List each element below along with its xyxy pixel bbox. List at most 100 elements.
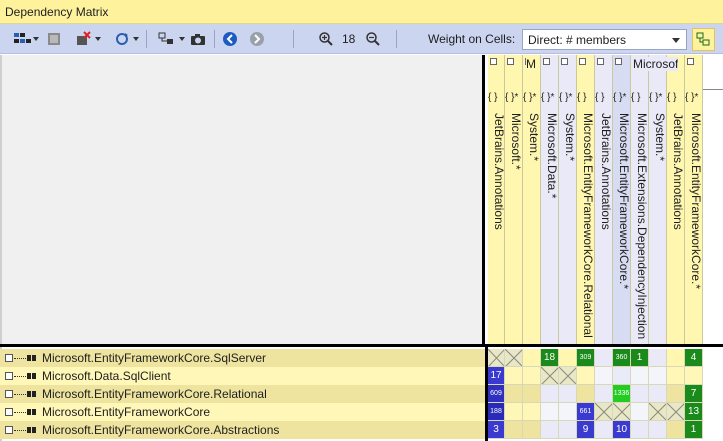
matrix-cell[interactable] xyxy=(667,385,685,403)
matrix-cell[interactable] xyxy=(505,385,523,403)
matrix-cell[interactable]: 360 xyxy=(613,349,631,367)
matrix-cell[interactable] xyxy=(685,367,703,385)
matrix-cell[interactable] xyxy=(667,421,685,439)
matrix-cell[interactable] xyxy=(595,421,613,439)
column-header[interactable]: { }* Microsoft.EntityFrameworkCore.* xyxy=(613,55,631,344)
matrix-cell[interactable] xyxy=(523,403,541,421)
matrix-cell[interactable] xyxy=(541,367,559,385)
row-header[interactable]: Microsoft.EntityFrameworkCore.Relational xyxy=(0,385,485,403)
delete-all-button[interactable] xyxy=(70,28,101,50)
matrix-cell[interactable] xyxy=(577,367,595,385)
column-header[interactable]: { } JetBrains.Annotations xyxy=(595,55,613,344)
matrix-cell[interactable] xyxy=(541,421,559,439)
zoom-in-button[interactable] xyxy=(316,28,336,50)
matrix-cell[interactable] xyxy=(649,367,667,385)
matrix-cell[interactable] xyxy=(631,403,649,421)
expand-icon[interactable] xyxy=(5,390,13,398)
expand-icon[interactable] xyxy=(490,58,497,65)
expand-icon[interactable] xyxy=(5,354,13,362)
matrix-cell[interactable] xyxy=(613,403,631,421)
matrix-cell[interactable] xyxy=(649,385,667,403)
expand-icon[interactable] xyxy=(5,408,13,416)
matrix-cell[interactable] xyxy=(559,349,577,367)
matrix-cell[interactable] xyxy=(613,367,631,385)
matrix-cell[interactable]: 3 xyxy=(488,421,505,439)
matrix-cell[interactable] xyxy=(541,403,559,421)
column-header[interactable]: { } JetBrains.Annotations xyxy=(667,55,685,344)
matrix-cell[interactable]: 1336 xyxy=(613,385,631,403)
weight-dropdown[interactable]: Direct: # members xyxy=(522,29,687,50)
refresh-button[interactable] xyxy=(108,28,139,50)
matrix-cell[interactable] xyxy=(649,403,667,421)
column-header[interactable]: { } JetBrains.Annotations xyxy=(488,55,505,344)
matrix-cell[interactable] xyxy=(577,385,595,403)
expand-icon[interactable] xyxy=(561,58,568,65)
matrix-cell[interactable] xyxy=(595,385,613,403)
screenshot-button[interactable] xyxy=(188,28,208,50)
expand-icon[interactable] xyxy=(5,372,13,380)
back-button[interactable] xyxy=(220,28,240,50)
column-header[interactable]: { }* Microsoft.Data.* xyxy=(541,55,559,344)
expand-icon[interactable] xyxy=(615,58,622,65)
matrix-cell[interactable] xyxy=(667,403,685,421)
expand-icon[interactable] xyxy=(543,58,550,65)
matrix-cell[interactable]: 13 xyxy=(685,403,703,421)
matrix-cell[interactable] xyxy=(595,403,613,421)
matrix-cell[interactable] xyxy=(559,367,577,385)
matrix-cell[interactable] xyxy=(667,349,685,367)
matrix-cell[interactable] xyxy=(523,367,541,385)
matrix-cell[interactable]: 609 xyxy=(488,385,505,403)
matrix-cell[interactable]: 4 xyxy=(685,349,703,367)
expand-icon[interactable] xyxy=(5,426,13,434)
matrix-cell[interactable]: 10 xyxy=(613,421,631,439)
matrix-cell[interactable]: 309 xyxy=(577,349,595,367)
column-header[interactable]: { }* System.* xyxy=(649,55,667,344)
matrix-cell[interactable] xyxy=(505,403,523,421)
column-header[interactable]: { }* Microsoft.* xyxy=(505,55,523,344)
matrix-cell[interactable]: 9 xyxy=(577,421,595,439)
forward-button[interactable] xyxy=(247,28,267,50)
matrix-cell[interactable]: 17 xyxy=(488,367,505,385)
matrix-cell[interactable] xyxy=(631,367,649,385)
matrix-cell[interactable]: 1 xyxy=(631,349,649,367)
expand-icon[interactable] xyxy=(687,58,694,65)
matrix-cell[interactable] xyxy=(631,421,649,439)
matrix-cell[interactable]: 661 xyxy=(577,403,595,421)
matrix-cell[interactable] xyxy=(505,421,523,439)
column-header[interactable]: { } Microsoft.Extensions.DependencyInject… xyxy=(631,55,649,344)
matrix-cell[interactable]: 7 xyxy=(685,385,703,403)
matrix-cell[interactable]: 1 xyxy=(685,421,703,439)
row-header[interactable]: Microsoft.EntityFrameworkCore.SqlServer xyxy=(0,349,485,367)
matrix-cell[interactable] xyxy=(523,349,541,367)
layout-button[interactable] xyxy=(692,28,715,51)
matrix-cell[interactable] xyxy=(559,421,577,439)
expand-icon[interactable] xyxy=(579,58,586,65)
matrix-cell[interactable] xyxy=(505,349,523,367)
matrix-cell[interactable] xyxy=(595,349,613,367)
matrix-cell[interactable] xyxy=(649,421,667,439)
expand-icon[interactable] xyxy=(597,58,604,65)
matrix-cell[interactable] xyxy=(649,349,667,367)
matrix-cell[interactable] xyxy=(559,403,577,421)
matrix-cell[interactable] xyxy=(631,385,649,403)
row-header[interactable]: Microsoft.EntityFrameworkCore.Abstractio… xyxy=(0,421,485,439)
matrix-cell[interactable] xyxy=(488,349,505,367)
delete-element-button[interactable] xyxy=(44,28,66,50)
matrix-cell[interactable] xyxy=(523,385,541,403)
matrix-cell[interactable] xyxy=(559,385,577,403)
column-header[interactable]: { } Microsoft.EntityFrameworkCore.Relatio… xyxy=(577,55,595,344)
matrix-cell[interactable] xyxy=(595,367,613,385)
expand-icon[interactable] xyxy=(507,58,514,65)
matrix-view-button[interactable] xyxy=(8,28,39,50)
matrix-cell[interactable]: 18 xyxy=(541,349,559,367)
matrix-cell[interactable] xyxy=(541,385,559,403)
matrix-cell[interactable] xyxy=(505,367,523,385)
matrix-cell[interactable] xyxy=(523,421,541,439)
column-header[interactable]: { }* Microsoft.EntityFrameworkCore.* xyxy=(685,55,703,344)
column-header[interactable]: { }* System.* xyxy=(523,55,541,344)
matrix-cell[interactable]: 188 xyxy=(488,403,505,421)
column-header[interactable]: { }* System.* xyxy=(559,55,577,344)
group-button[interactable] xyxy=(152,28,185,50)
matrix-cell[interactable] xyxy=(667,367,685,385)
row-header[interactable]: Microsoft.Data.SqlClient xyxy=(0,367,485,385)
